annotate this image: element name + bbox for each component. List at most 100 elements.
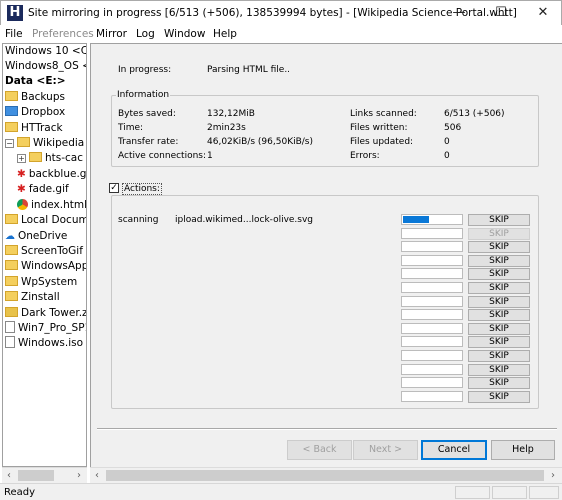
tree-item[interactable]: WpSystem [5, 275, 77, 290]
action-progress-bar [401, 364, 463, 375]
tree-item[interactable]: Zinstall [5, 290, 60, 305]
tree-item[interactable]: Dropbox [5, 105, 65, 120]
tree-item[interactable]: Local Docume [5, 213, 86, 228]
transfer-rate-value: 46,02KiB/s (96,50KiB/s) [207, 137, 314, 147]
back-button[interactable]: < Back [287, 440, 352, 460]
tree-item[interactable]: Windows.iso [5, 336, 83, 351]
tree-item-label: WindowsApps [21, 260, 87, 272]
tree-item[interactable]: Dark Tower.zip [5, 306, 86, 321]
image-file-icon: ✱ [17, 183, 26, 195]
files-written-label: Files written: [350, 123, 408, 133]
minimize-button[interactable]: — [439, 1, 479, 25]
collapse-icon[interactable]: − [5, 139, 14, 148]
information-title: Information [116, 90, 171, 100]
httrack-app-icon: H [7, 5, 23, 21]
tree-item[interactable]: + hts-cac [17, 151, 83, 166]
skip-button[interactable]: SKIP [468, 241, 530, 253]
tree-item[interactable]: ✱ fade.gif [17, 182, 69, 197]
skip-button[interactable]: SKIP [468, 296, 530, 308]
files-updated-label: Files updated: [350, 137, 414, 147]
folder-icon [5, 91, 18, 101]
action-progress-bar [401, 268, 463, 279]
tree-item[interactable]: WindowsApps [5, 259, 87, 274]
image-file-icon: ✱ [17, 168, 26, 180]
menu-preferences[interactable]: Preferences [32, 28, 94, 40]
folder-icon [17, 137, 30, 147]
onedrive-icon: ☁ [5, 231, 15, 242]
scrollbar-thumb[interactable] [18, 470, 54, 481]
tree-item[interactable]: ScreenToGif 2 [5, 244, 87, 259]
menu-log[interactable]: Log [136, 28, 155, 40]
folder-tree[interactable]: Windows 10 <C:> Windows8_OS <D: Data <E:… [2, 43, 87, 467]
tree-item-label: ScreenToGif 2 [21, 245, 87, 257]
zip-icon [5, 307, 18, 317]
menu-mirror[interactable]: Mirror [96, 28, 127, 40]
folder-icon [5, 245, 18, 255]
mirror-progress-panel: In progress: Parsing HTML file.. Informa… [90, 43, 562, 467]
menu-help[interactable]: Help [213, 28, 237, 40]
tree-item[interactable]: Windows8_OS <D: [5, 59, 86, 74]
scroll-right-icon[interactable]: › [546, 468, 560, 483]
tree-item[interactable]: Win7_Pro_SP1_ [5, 321, 86, 336]
skip-button[interactable]: SKIP [468, 214, 530, 226]
tree-item-label: Windows.iso [18, 337, 84, 349]
tree-item[interactable]: ☁ OneDrive [5, 229, 67, 244]
scrollbar-thumb[interactable] [106, 470, 544, 481]
close-button[interactable]: ✕ [523, 1, 562, 25]
scroll-left-icon[interactable]: ‹ [2, 468, 16, 483]
tree-item[interactable]: HTTrack [5, 121, 63, 136]
action-url: ipload.wikimed...lock-olive.svg [175, 215, 314, 225]
help-button[interactable]: Help [491, 440, 555, 460]
expand-icon[interactable]: + [17, 154, 26, 163]
tree-item-label: Windows 10 <C:> [5, 45, 87, 57]
tree-item-label: Zinstall [21, 291, 60, 303]
bytes-saved-label: Bytes saved: [118, 109, 176, 119]
skip-button[interactable]: SKIP [468, 282, 530, 294]
tree-item[interactable]: Windows 10 <C:> [5, 44, 87, 59]
time-value: 2min23s [207, 123, 246, 133]
file-icon [5, 336, 15, 348]
scroll-right-icon[interactable]: › [72, 468, 86, 483]
scroll-left-icon[interactable]: ‹ [90, 468, 104, 483]
status-panel [455, 486, 490, 499]
tree-item[interactable]: Backups [5, 90, 65, 105]
menu-window[interactable]: Window [164, 28, 205, 40]
tree-item[interactable]: index.html [17, 198, 86, 213]
skip-button[interactable]: SKIP [468, 268, 530, 280]
menu-file[interactable]: File [5, 28, 23, 40]
skip-button[interactable]: SKIP [468, 255, 530, 267]
skip-button[interactable]: SKIP [468, 377, 530, 389]
chrome-html-icon [17, 199, 28, 210]
tree-item-label: Win7_Pro_SP1_ [18, 322, 86, 334]
maximize-button[interactable]: ☐ [481, 1, 521, 25]
files-written-value: 506 [444, 123, 462, 133]
errors-label: Errors: [350, 151, 380, 161]
next-button[interactable]: Next > [353, 440, 418, 460]
tree-horizontal-scrollbar[interactable]: ‹ › [2, 467, 87, 483]
cancel-button[interactable]: Cancel [421, 440, 487, 460]
actions-checkbox[interactable]: ✓ [109, 183, 119, 193]
action-progress-bar [401, 228, 463, 239]
file-icon [5, 321, 15, 333]
skip-button[interactable]: SKIP [468, 350, 530, 362]
folder-icon [29, 152, 42, 162]
actions-checkbox-label[interactable]: Actions: [122, 183, 162, 195]
skip-button[interactable]: SKIP [468, 323, 530, 335]
links-scanned-value: 6/513 (+506) [444, 109, 505, 119]
action-progress-bar [401, 241, 463, 252]
skip-button[interactable]: SKIP [468, 391, 530, 403]
tree-item[interactable]: Data <E:> [5, 74, 66, 89]
active-connections-value: 1 [207, 151, 213, 161]
tree-item[interactable]: ✱ backblue.g [17, 167, 86, 182]
skip-button[interactable]: SKIP [468, 309, 530, 321]
progress-fill [403, 216, 429, 223]
skip-button[interactable]: SKIP [468, 336, 530, 348]
skip-button[interactable]: SKIP [468, 364, 530, 376]
skip-button[interactable]: SKIP [468, 228, 530, 240]
tree-item-label: Data <E:> [5, 75, 66, 87]
transfer-rate-label: Transfer rate: [118, 137, 179, 147]
folder-icon [5, 291, 18, 301]
tree-item[interactable]: − Wikipedia S [5, 136, 86, 151]
main-horizontal-scrollbar[interactable]: ‹ › [90, 467, 562, 483]
errors-value: 0 [444, 151, 450, 161]
